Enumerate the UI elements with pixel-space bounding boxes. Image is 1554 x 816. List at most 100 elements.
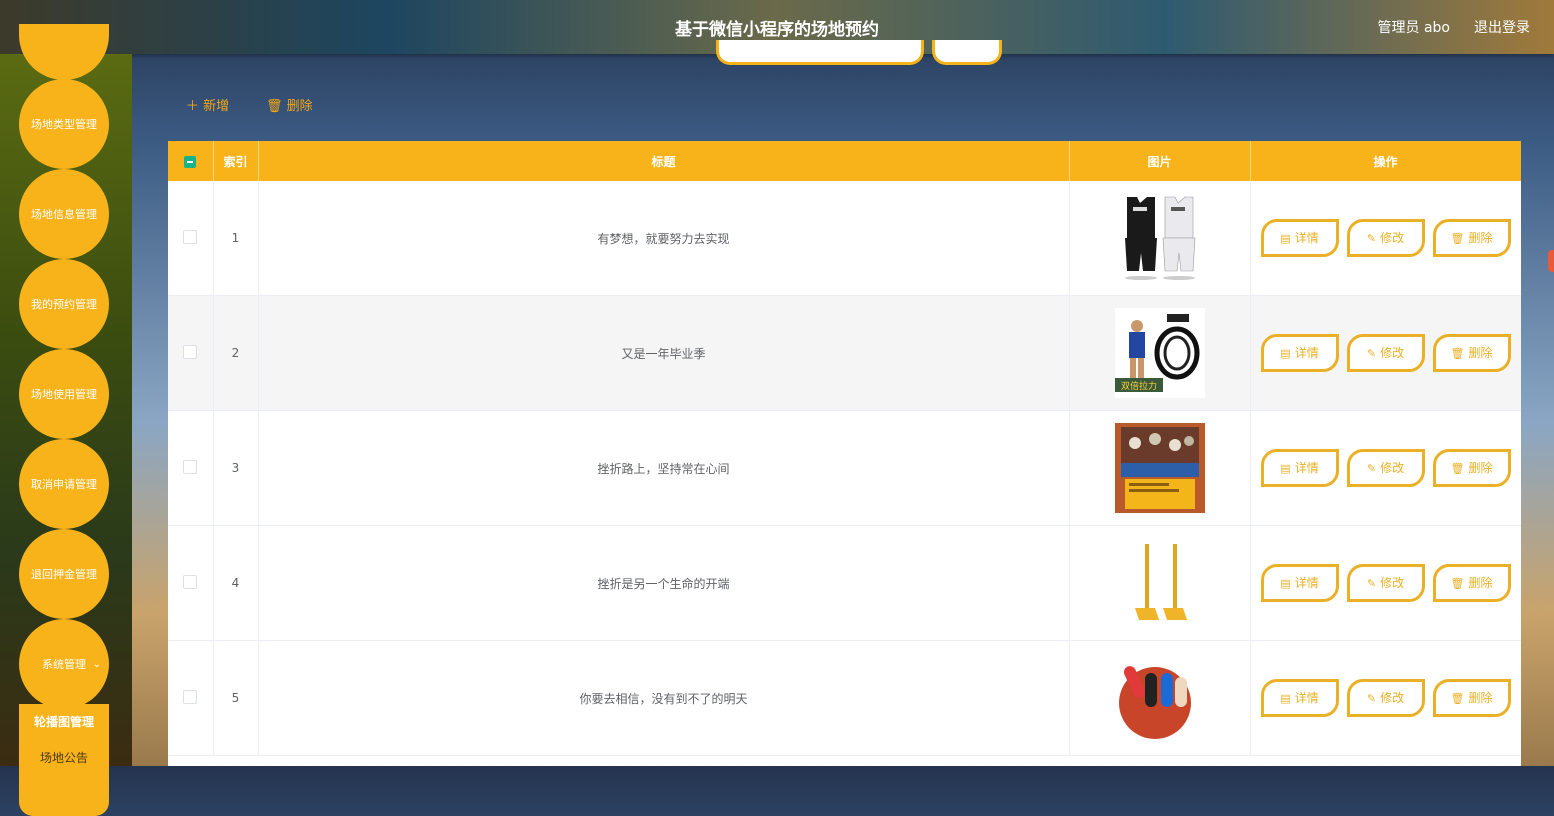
detail-button[interactable]: ▤ 详情 [1260, 679, 1339, 717]
edit-button[interactable]: ✎ 修改 [1346, 334, 1425, 372]
table-header-row: 索引 标题 图片 操作 [168, 141, 1521, 181]
delete-label: 删除 [1468, 461, 1493, 475]
sidebar-item-cancel-request[interactable]: 取消申请管理 [19, 439, 109, 529]
edit-button[interactable]: ✎ 修改 [1346, 564, 1425, 602]
row-actions: ▤ 详情 ✎ 修改 🗑 删除 [1250, 525, 1521, 641]
system-submenu: 轮播图管理 场地公告 [19, 704, 109, 816]
add-button[interactable]: ＋ 新增 [186, 95, 229, 114]
sidebar-item-venue-info[interactable]: 场地信息管理 [19, 169, 109, 259]
detail-label: 详情 [1294, 231, 1319, 245]
row-index: 4 [213, 525, 259, 641]
row-title: 你要去相信，没有到不了的明天 [258, 640, 1070, 756]
edit-label: 修改 [1380, 231, 1405, 245]
row-checkbox[interactable] [183, 344, 198, 359]
delete-button[interactable]: 🗑 删除 [1432, 219, 1511, 257]
add-label: 新增 [203, 99, 230, 114]
chevron-down-icon: ⌄ [92, 658, 101, 670]
admin-name: 管理员 abo [1377, 20, 1450, 36]
sidebar-item-my-booking[interactable]: 我的预约管理 [19, 259, 109, 349]
select-all-cell [168, 141, 214, 181]
product-image-caption: 双倍拉力 [1120, 380, 1156, 392]
edit-label: 修改 [1380, 576, 1405, 590]
pencil-icon: ✎ [1366, 692, 1377, 705]
badminton-net-stand-image [1114, 538, 1205, 628]
edit-label: 修改 [1380, 461, 1405, 475]
search-input[interactable] [716, 40, 924, 65]
delete-label: 删除 [1468, 346, 1493, 360]
table-row[interactable]: 1 有梦想，就要努力去实现 ▤ 详情 ✎ 修改 🗑 删除 [168, 181, 1521, 296]
trash-icon: 🗑 [1450, 462, 1465, 475]
row-actions: ▤ 详情 ✎ 修改 🗑 删除 [1250, 640, 1521, 756]
edit-button[interactable]: ✎ 修改 [1346, 679, 1425, 717]
row-checkbox[interactable] [183, 574, 198, 589]
row-image-cell [1069, 181, 1251, 296]
table-row[interactable]: 3 挫折路上，坚持常在心间 ▤ 详情 ✎ 修改 🗑 删除 [168, 410, 1521, 526]
data-table: 索引 标题 图片 操作 1 有梦想，就要努力去实现 ▤ 详情 ✎ 修改 🗑 删除 2 又是… [168, 141, 1521, 766]
detail-button[interactable]: ▤ 详情 [1260, 334, 1339, 372]
row-select-cell [168, 525, 214, 641]
row-image-cell [1069, 410, 1251, 526]
row-title: 有梦想，就要努力去实现 [258, 181, 1070, 296]
document-icon: ▤ [1280, 347, 1291, 360]
detail-label: 详情 [1294, 576, 1319, 590]
row-index: 5 [213, 640, 259, 756]
row-actions: ▤ 详情 ✎ 修改 🗑 删除 [1250, 181, 1521, 296]
logout-button[interactable]: 退出登录 [1474, 17, 1530, 37]
row-checkbox[interactable] [183, 689, 198, 704]
row-index: 1 [213, 181, 259, 296]
edit-button[interactable]: ✎ 修改 [1346, 449, 1425, 487]
detail-button[interactable]: ▤ 详情 [1260, 449, 1339, 487]
finger-sleeves-image [1114, 653, 1205, 743]
side-tab[interactable] [1548, 250, 1554, 272]
sidebar-item-venue-type[interactable]: 场地类型管理 [19, 79, 109, 169]
trash-icon: 🗑 [1450, 577, 1465, 590]
row-image-cell: 双倍拉力 [1069, 295, 1251, 411]
detail-label: 详情 [1294, 461, 1319, 475]
submenu-item-carousel[interactable]: 轮播图管理 [19, 704, 109, 740]
sidebar-item-venue-usage[interactable]: 场地使用管理 [19, 349, 109, 439]
trash-icon: 🗑 [266, 99, 283, 114]
edit-label: 修改 [1380, 346, 1405, 360]
detail-button[interactable]: ▤ 详情 [1260, 564, 1339, 602]
row-image-cell [1069, 525, 1251, 641]
delete-button[interactable]: 🗑 删除 [1432, 449, 1511, 487]
detail-button[interactable]: ▤ 详情 [1260, 219, 1339, 257]
table-row[interactable]: 2 又是一年毕业季 双倍拉力 ▤ 详情 ✎ 修改 🗑 删除 [168, 295, 1521, 411]
column-header-title: 标题 [258, 141, 1070, 181]
delete-label: 删除 [1468, 691, 1493, 705]
select-all-checkbox[interactable] [184, 155, 197, 168]
delete-button[interactable]: 🗑 删除 [1432, 564, 1511, 602]
trash-icon: 🗑 [1450, 692, 1465, 705]
app-title: 基于微信小程序的场地预约 [675, 20, 879, 40]
sidebar-item-label: 场地类型管理 [31, 118, 97, 131]
row-title: 挫折是另一个生命的开端 [258, 525, 1070, 641]
pencil-icon: ✎ [1366, 462, 1377, 475]
sidebar-item-system[interactable]: 系统管理 ⌄ [19, 619, 109, 709]
edit-label: 修改 [1380, 691, 1405, 705]
plus-icon: ＋ [186, 99, 200, 114]
row-actions: ▤ 详情 ✎ 修改 🗑 删除 [1250, 410, 1521, 526]
table-row[interactable]: 5 你要去相信，没有到不了的明天 ▤ 详情 ✎ 修改 🗑 删除 [168, 640, 1521, 756]
row-index: 2 [213, 295, 259, 411]
pencil-icon: ✎ [1366, 577, 1377, 590]
document-icon: ▤ [1280, 577, 1291, 590]
row-actions: ▤ 详情 ✎ 修改 🗑 删除 [1250, 295, 1521, 411]
search-button[interactable] [932, 40, 1002, 65]
detail-label: 详情 [1294, 691, 1319, 705]
sidebar-item-home[interactable] [19, 24, 109, 80]
pencil-icon: ✎ [1366, 232, 1377, 245]
column-header-action: 操作 [1250, 141, 1521, 181]
submenu-item-announcement[interactable]: 场地公告 [19, 740, 109, 776]
batch-delete-button[interactable]: 🗑 删除 [266, 95, 313, 114]
sidebar-item-deposit-refund[interactable]: 退回押金管理 [19, 529, 109, 619]
delete-button[interactable]: 🗑 删除 [1432, 679, 1511, 717]
basketball-jersey-image [1114, 193, 1205, 283]
edit-button[interactable]: ✎ 修改 [1346, 219, 1425, 257]
row-select-cell [168, 295, 214, 411]
table-row[interactable]: 4 挫折是另一个生命的开端 ▤ 详情 ✎ 修改 🗑 删除 [168, 525, 1521, 641]
delete-button[interactable]: 🗑 删除 [1432, 334, 1511, 372]
row-checkbox[interactable] [183, 229, 198, 244]
row-checkbox[interactable] [183, 459, 198, 474]
delete-label: 删除 [1468, 231, 1493, 245]
document-icon: ▤ [1280, 692, 1291, 705]
